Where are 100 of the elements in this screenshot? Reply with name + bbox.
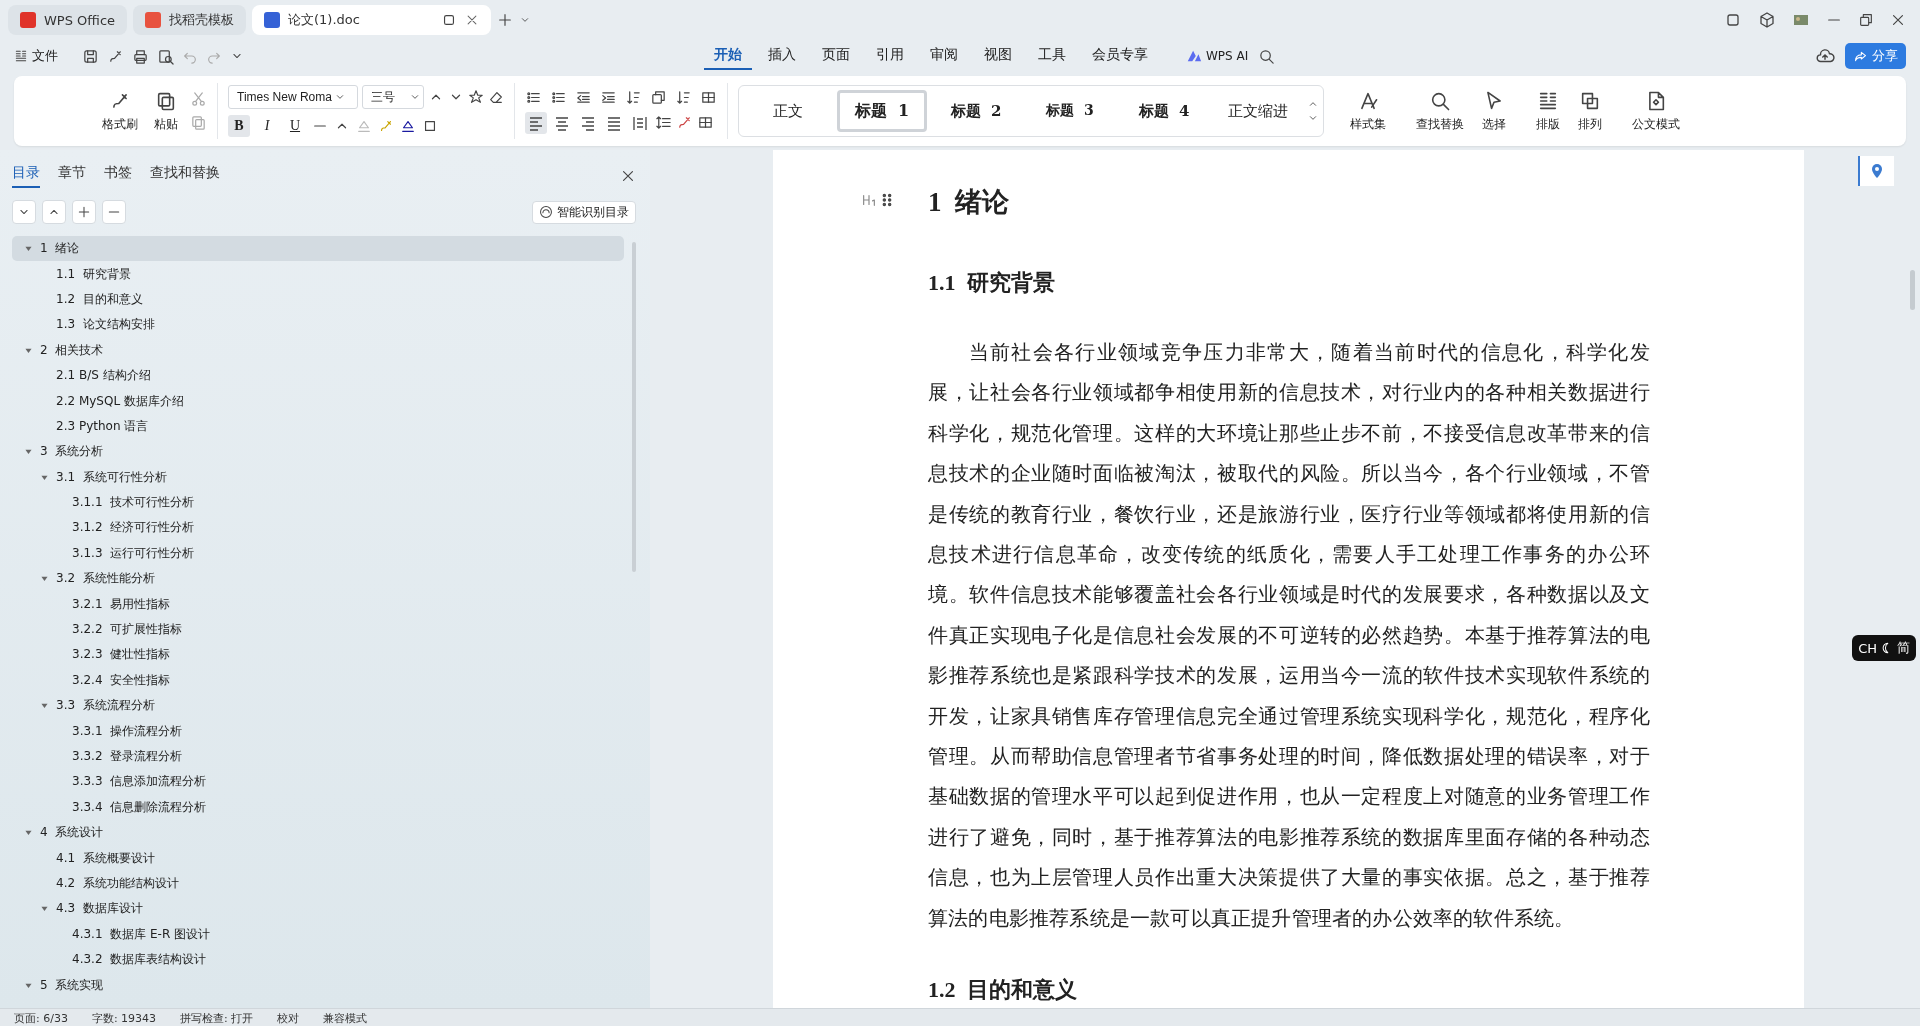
outline-item[interactable]: 1 绪论 <box>12 236 624 262</box>
status-item: 字数: 19343 <box>91 1010 157 1026</box>
ribbon-tab[interactable]: 视图 <box>974 42 1022 70</box>
outline-item[interactable]: 3.1.3 运行可行性分析 <box>12 540 624 567</box>
style-option[interactable]: 标题 2 <box>931 90 1021 132</box>
outline-item[interactable]: 3 系统分析 <box>12 439 624 465</box>
scrollbar-thumb[interactable] <box>1910 270 1915 310</box>
cube-icon[interactable] <box>1758 11 1776 29</box>
eraser-icon[interactable] <box>488 89 504 105</box>
outline-item[interactable]: 4 系统设计 <box>12 820 624 846</box>
status-item: 兼容模式 <box>323 1010 368 1026</box>
print-icon[interactable] <box>132 47 149 65</box>
ribbon-tab[interactable]: 工具 <box>1028 42 1076 70</box>
ribbon-tab[interactable]: 会员专享 <box>1082 42 1158 70</box>
outline-item[interactable]: 5 系统实现 <box>12 972 624 998</box>
line-spacing-icon[interactable] <box>655 114 672 131</box>
style-option[interactable]: 标题 4 <box>1119 90 1209 132</box>
outline-item[interactable]: 4.2 系统功能结构设计 <box>12 870 624 897</box>
outline-item[interactable]: 1.3 论文结构安排 <box>12 312 624 338</box>
tool-button[interactable]: 排列 <box>1574 87 1606 135</box>
outline-item[interactable]: 3.3.3 信息添加流程分析 <box>12 769 624 795</box>
paste-button[interactable]: 粘贴 <box>150 87 182 135</box>
panel-tab[interactable]: 查找和替换 <box>150 164 220 188</box>
align-button[interactable] <box>525 111 547 134</box>
browser-tab[interactable]: WPS Office <box>8 5 128 35</box>
add-button[interactable] <box>72 200 96 224</box>
style-option[interactable]: 正文 <box>743 90 833 132</box>
outline-item[interactable]: 1.1 研究背景 <box>12 261 624 287</box>
browser-tab[interactable]: 论文(1).doc <box>252 5 492 35</box>
restore-icon[interactable] <box>1858 12 1874 28</box>
close-icon[interactable] <box>620 168 636 184</box>
format-toggle[interactable]: U <box>284 115 306 137</box>
ribbon-tab[interactable]: 页面 <box>812 42 860 70</box>
outline-item[interactable]: 3.1.2 经济可行性分析 <box>12 515 624 541</box>
remove-button[interactable] <box>102 200 126 224</box>
outline-item[interactable]: 2.1 B/S 结构介绍 <box>12 362 624 389</box>
style-option[interactable]: 标题 1 <box>837 90 927 132</box>
panel-tab[interactable]: 目录 <box>12 164 40 188</box>
window-icon[interactable] <box>1724 11 1742 29</box>
outline-item[interactable]: 1.2 目的和意义 <box>12 286 624 313</box>
font-color-icon[interactable] <box>400 118 416 134</box>
panel-tab[interactable]: 书签 <box>104 164 132 188</box>
font-size-dropdown[interactable]: 三号 <box>362 85 424 109</box>
outline-item[interactable]: 4.3 数据库设计 <box>12 896 624 922</box>
style-option[interactable]: 标题 3 <box>1025 90 1115 132</box>
border-icon[interactable] <box>697 114 714 131</box>
share-button[interactable]: 分享 <box>1845 43 1906 69</box>
text-direction-icon[interactable] <box>625 88 642 106</box>
char-shading-icon[interactable] <box>422 118 438 134</box>
heading-marker-icon[interactable] <box>861 192 877 208</box>
app-logo-icon <box>264 12 281 28</box>
outline-item[interactable]: 3.3.4 信息删除流程分析 <box>12 794 624 820</box>
outline-item[interactable]: 3.1.1 技术可行性分析 <box>12 489 624 516</box>
outline-item[interactable]: 3.2.2 可扩展性指标 <box>12 616 624 643</box>
outline-item[interactable]: 3.2.1 易用性指标 <box>12 591 624 617</box>
file-menu[interactable]: 文件 <box>14 47 58 65</box>
panel-tab[interactable]: 章节 <box>58 164 86 188</box>
outline-item[interactable]: 4.3.2 数据库表结构设计 <box>12 946 624 973</box>
font-name-dropdown[interactable]: Times New Roma <box>228 85 358 109</box>
outline-item[interactable]: 2.3 Python 语言 <box>12 413 624 440</box>
app-logo-icon <box>145 12 162 28</box>
save-icon[interactable] <box>82 47 99 65</box>
collapse-button[interactable] <box>42 200 66 224</box>
tool-button[interactable]: 查找替换 <box>1412 87 1468 135</box>
new-tab-icon[interactable] <box>497 12 514 28</box>
shading-icon[interactable] <box>676 114 693 131</box>
status-item: 拼写检查: 打开 <box>180 1010 254 1026</box>
tool-button[interactable]: 选择 <box>1478 87 1510 135</box>
tool-button[interactable]: 公文模式 <box>1628 87 1684 135</box>
close-icon[interactable] <box>1890 12 1906 28</box>
format-toggle[interactable]: I <box>256 115 278 137</box>
browser-tab[interactable]: 找稻壳模板 <box>133 5 247 35</box>
ime-indicator[interactable]: CH 简 <box>1852 635 1916 661</box>
expand-button[interactable] <box>12 200 36 224</box>
outline-item[interactable]: 4.1 系统概要设计 <box>12 845 624 871</box>
style-option[interactable]: 正文缩进 <box>1213 90 1303 132</box>
smart-toc-button[interactable]: 智能识别目录 <box>532 200 636 224</box>
ai-button[interactable]: WPS AI <box>1186 48 1249 64</box>
outline-item[interactable]: 4.3.1 数据库 E-R 图设计 <box>12 921 624 947</box>
ribbon-tab[interactable]: 插入 <box>758 42 806 70</box>
outline-item[interactable]: 3.3.2 登录流程分析 <box>12 743 624 770</box>
search-icon[interactable] <box>1258 47 1276 65</box>
outline-item[interactable]: 2 相关技术 <box>12 337 624 363</box>
outline-item[interactable]: 3.2.3 健壮性指标 <box>12 642 624 668</box>
outline-item[interactable]: 3.1 系统可行性分析 <box>12 464 624 490</box>
tool-button[interactable]: 排版 <box>1532 87 1564 135</box>
format-painter-button[interactable]: 格式刷 <box>98 87 142 135</box>
print-preview-icon[interactable] <box>157 47 174 65</box>
location-button[interactable] <box>1858 156 1894 186</box>
outline-item[interactable]: 2.2 MySQL 数据库介绍 <box>12 388 624 414</box>
outline-item[interactable]: 3.3 系统流程分析 <box>12 693 624 719</box>
ribbon-tab[interactable]: 审阅 <box>920 42 968 70</box>
format-toggle[interactable]: B <box>228 115 250 137</box>
sort-icon[interactable] <box>675 88 692 106</box>
outline-item[interactable]: 3.2 系统性能分析 <box>12 566 624 592</box>
outline-item[interactable]: 3.2.4 安全性指标 <box>12 667 624 694</box>
outline-item[interactable]: 3.3.1 操作流程分析 <box>12 718 624 744</box>
ribbon-tab[interactable]: 开始 <box>704 42 752 70</box>
tool-button[interactable]: 样式集 <box>1346 87 1390 135</box>
ribbon-tab[interactable]: 引用 <box>866 42 914 70</box>
